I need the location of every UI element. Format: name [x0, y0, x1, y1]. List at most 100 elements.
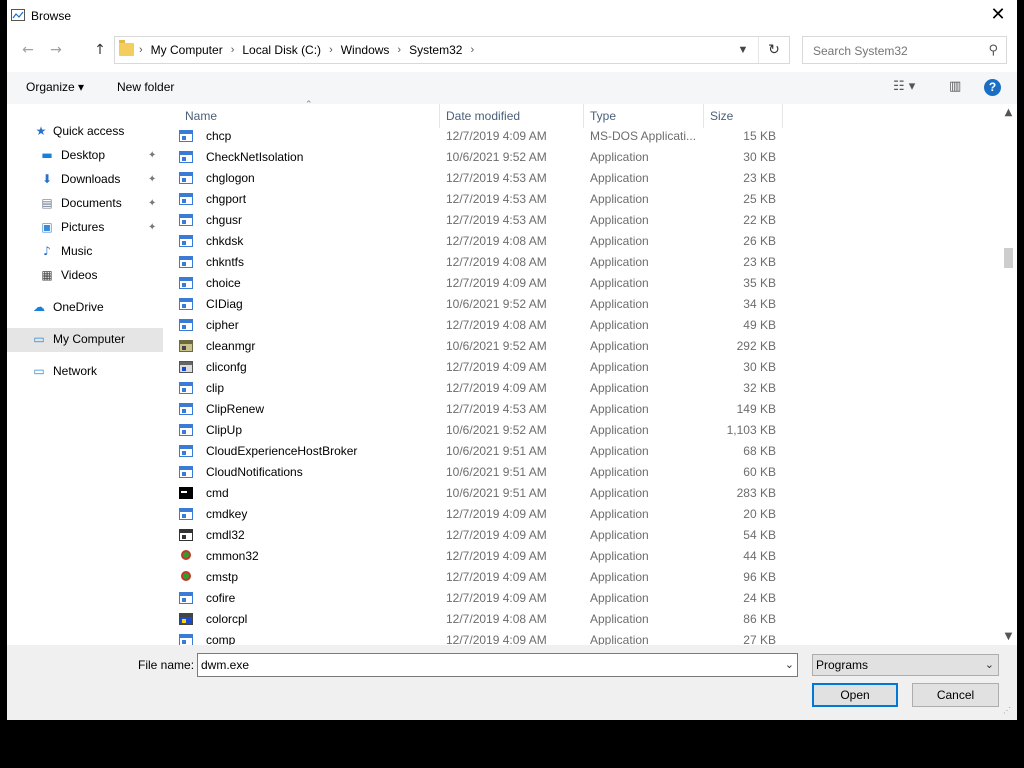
table-row[interactable]: chcp 12/7/2019 4:09 AM MS-DOS Applicati...… — [170, 126, 990, 147]
table-row[interactable]: CloudNotifications 10/6/2021 9:51 AM Appli… — [170, 462, 990, 483]
sidebar-item-onedrive[interactable]: ☁ OneDrive — [7, 296, 163, 320]
table-row[interactable]: cliconfg 12/7/2019 4:09 AM Application 30 K… — [170, 357, 990, 378]
size-cell: 25 KB — [743, 192, 776, 206]
cancel-button[interactable]: Cancel — [912, 683, 999, 707]
application-icon — [179, 277, 193, 289]
table-row[interactable]: cmd 10/6/2021 9:51 AM Application 283 KB — [170, 483, 990, 504]
file-name-cell: cmmon32 — [206, 549, 259, 563]
size-cell: 23 KB — [743, 171, 776, 185]
sidebar-item-desktop[interactable]: ▬ Desktop ✦ — [7, 144, 163, 168]
sidebar-item-documents[interactable]: ▤ Documents ✦ — [7, 192, 163, 216]
sidebar-item-network[interactable]: ▭ Network — [7, 360, 163, 384]
column-divider[interactable] — [583, 104, 584, 128]
breadcrumb-windows[interactable]: Windows — [341, 37, 390, 63]
file-type-filter[interactable]: Programs ⌄ — [812, 654, 999, 676]
file-name-cell: CheckNetIsolation — [206, 150, 304, 164]
scroll-up-icon[interactable]: ▲ — [1000, 104, 1017, 121]
table-row[interactable]: chkntfs 12/7/2019 4:08 AM Application 23 KB — [170, 252, 990, 273]
date-modified-cell: 12/7/2019 4:09 AM — [446, 633, 547, 645]
table-row[interactable]: ClipRenew 12/7/2019 4:53 AM Application 149… — [170, 399, 990, 420]
size-cell: 60 KB — [743, 465, 776, 479]
scroll-thumb[interactable] — [1004, 248, 1013, 268]
scroll-down-icon[interactable]: ▼ — [1000, 628, 1017, 645]
up-arrow-icon[interactable]: ↑ — [90, 40, 110, 60]
help-icon[interactable]: ? — [984, 79, 1001, 96]
forward-arrow-icon[interactable]: → — [46, 40, 66, 60]
size-cell: 30 KB — [743, 150, 776, 164]
column-divider[interactable] — [703, 104, 704, 128]
column-divider[interactable] — [782, 104, 783, 128]
resize-grip-icon[interactable]: ⋰ — [1003, 706, 1011, 715]
type-cell: Application — [590, 507, 649, 521]
table-row[interactable]: colorcpl 12/7/2019 4:08 AM Application 86 K… — [170, 609, 990, 630]
sidebar-item-label: Documents — [61, 196, 122, 210]
file-name-field[interactable]: dwm.exe ⌄ — [197, 653, 798, 677]
table-row[interactable]: cofire 12/7/2019 4:09 AM Application 24 KB — [170, 588, 990, 609]
address-bar[interactable]: › My Computer › Local Disk (C:) › Window… — [114, 36, 790, 64]
sidebar-item-music[interactable]: ♪ Music — [7, 240, 163, 264]
column-header-type[interactable]: Type — [590, 104, 616, 128]
chevron-down-icon[interactable]: ⌄ — [785, 654, 794, 676]
column-header-size[interactable]: Size — [710, 104, 733, 128]
sidebar-item-my-computer[interactable]: ▭ My Computer — [7, 328, 163, 352]
table-row[interactable]: ClipUp 10/6/2021 9:52 AM Application 1,103 … — [170, 420, 990, 441]
type-cell: Application — [590, 444, 649, 458]
file-name-cell: cmdkey — [206, 507, 248, 521]
column-header-name[interactable]: Name — [185, 104, 217, 128]
chevron-down-icon[interactable]: ▼ — [733, 37, 753, 63]
table-row[interactable]: cmmon32 12/7/2019 4:09 AM Application 44 KB — [170, 546, 990, 567]
size-cell: 86 KB — [743, 612, 776, 626]
breadcrumb-separator[interactable]: › — [470, 37, 474, 63]
table-row[interactable]: CloudExperienceHostBroker 10/6/2021 9:51 … — [170, 441, 990, 462]
close-icon[interactable]: ✕ — [979, 0, 1017, 32]
table-row[interactable]: chkdsk 12/7/2019 4:08 AM Application 26 KB — [170, 231, 990, 252]
type-cell: Application — [590, 591, 649, 605]
table-row[interactable]: CIDiag 10/6/2021 9:52 AM Application 34 KB — [170, 294, 990, 315]
vertical-scrollbar[interactable]: ▲ ▼ — [1000, 104, 1017, 645]
table-row[interactable]: comp 12/7/2019 4:09 AM Application 27 KB — [170, 630, 990, 645]
table-row[interactable]: cmdl32 12/7/2019 4:09 AM Application 54 KB — [170, 525, 990, 546]
sidebar-item-quick-access[interactable]: ★ Quick access — [7, 120, 163, 144]
table-row[interactable]: clip 12/7/2019 4:09 AM Application 32 KB — [170, 378, 990, 399]
organize-button[interactable]: Organize ▾ — [26, 80, 84, 94]
table-row[interactable]: chgusr 12/7/2019 4:53 AM Application 22 KB — [170, 210, 990, 231]
chevron-down-icon[interactable]: ⌄ — [985, 655, 994, 675]
date-modified-cell: 12/7/2019 4:08 AM — [446, 255, 547, 269]
refresh-icon[interactable]: ↻ — [758, 37, 789, 63]
application-icon — [179, 592, 193, 604]
sidebar-item-videos[interactable]: ▦ Videos — [7, 264, 163, 288]
search-box[interactable]: ⚲ — [802, 36, 1007, 65]
column-divider[interactable] — [439, 104, 440, 128]
application-icon — [179, 235, 193, 247]
table-row[interactable]: cmdkey 12/7/2019 4:09 AM Application 20 KB — [170, 504, 990, 525]
table-row[interactable]: cleanmgr 10/6/2021 9:52 AM Application 292 … — [170, 336, 990, 357]
table-row[interactable]: CheckNetIsolation 10/6/2021 9:52 AM Applic… — [170, 147, 990, 168]
breadcrumb-my-computer[interactable]: My Computer — [151, 37, 223, 63]
preview-pane-icon[interactable]: ▥ — [949, 79, 961, 94]
application-icon — [179, 214, 193, 226]
table-row[interactable]: cmstp 12/7/2019 4:09 AM Application 96 KB — [170, 567, 990, 588]
file-name-cell: cmd — [206, 486, 229, 500]
breadcrumb-local-disk[interactable]: Local Disk (C:) — [242, 37, 321, 63]
column-header-date[interactable]: Date modified — [446, 104, 520, 128]
file-name-value[interactable]: dwm.exe — [201, 654, 249, 676]
view-options-icon[interactable]: ☷ ▾ — [893, 79, 915, 94]
back-arrow-icon[interactable]: ← — [18, 40, 38, 60]
sidebar-item-downloads[interactable]: ⬇ Downloads ✦ — [7, 168, 163, 192]
navigation-pane: ★ Quick access ▬ Desktop ✦ ⬇ Downloads ✦… — [7, 104, 167, 645]
type-cell: Application — [590, 402, 649, 416]
table-row[interactable]: chgport 12/7/2019 4:53 AM Application 25 KB — [170, 189, 990, 210]
video-icon: ▦ — [41, 268, 53, 282]
search-input[interactable] — [811, 37, 975, 65]
open-button[interactable]: Open — [812, 683, 898, 707]
cloud-icon: ☁ — [33, 300, 45, 314]
search-icon[interactable]: ⚲ — [988, 43, 998, 58]
table-row[interactable]: cipher 12/7/2019 4:08 AM Application 49 KB — [170, 315, 990, 336]
breadcrumb-system32[interactable]: System32 — [409, 37, 462, 63]
new-folder-button[interactable]: New folder — [117, 80, 174, 94]
table-row[interactable]: choice 12/7/2019 4:09 AM Application 35 KB — [170, 273, 990, 294]
date-modified-cell: 10/6/2021 9:51 AM — [446, 465, 547, 479]
file-name-cell: chkntfs — [206, 255, 245, 269]
table-row[interactable]: chglogon 12/7/2019 4:53 AM Application 23 K… — [170, 168, 990, 189]
sidebar-item-pictures[interactable]: ▣ Pictures ✦ — [7, 216, 163, 240]
